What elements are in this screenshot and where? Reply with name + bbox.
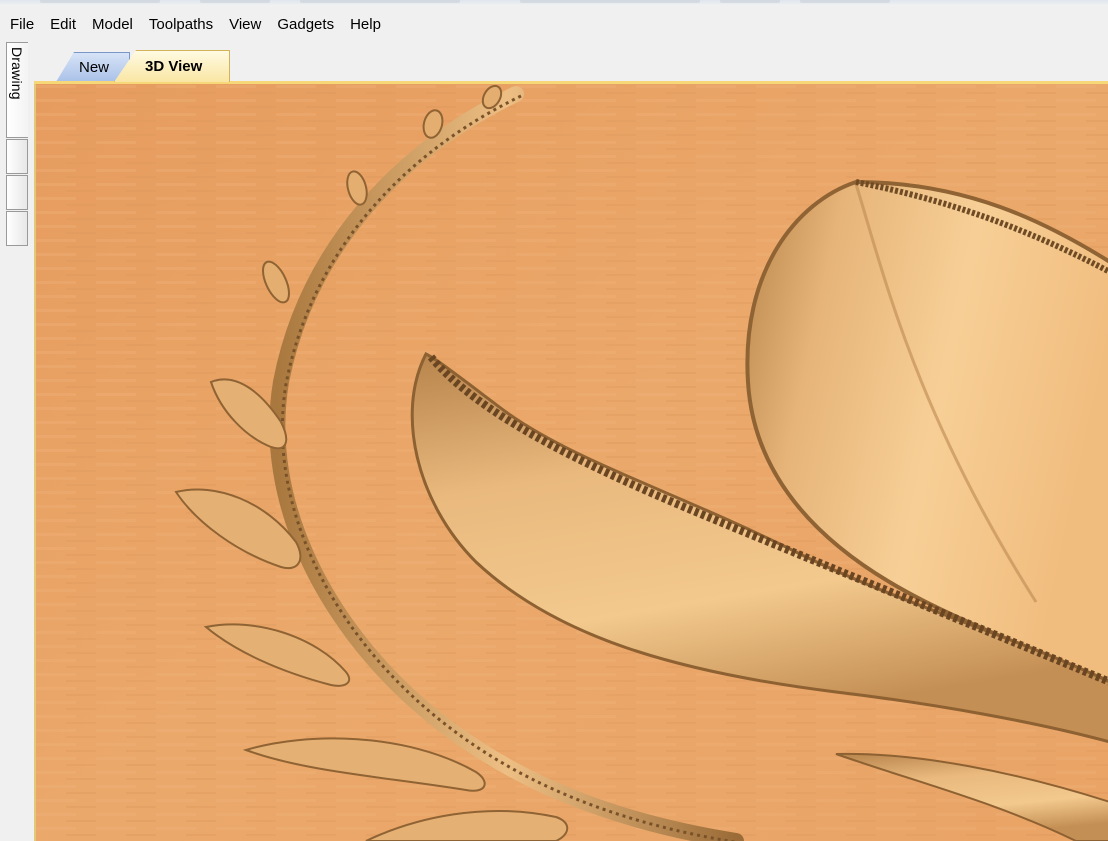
side-tab-drawing[interactable]: Drawing	[6, 42, 28, 138]
document-tab-bar: New 3D View	[34, 42, 1108, 84]
3d-viewport[interactable]	[34, 82, 1108, 841]
side-panel-tabs: Drawing	[0, 42, 34, 841]
menu-file[interactable]: File	[2, 10, 42, 39]
menu-help[interactable]: Help	[342, 10, 389, 39]
tab-3d-view-label: 3D View	[145, 58, 203, 75]
side-tab-3[interactable]	[6, 175, 28, 210]
menu-bar: File Edit Model Toolpaths View Gadgets H…	[0, 6, 1108, 42]
menu-model[interactable]: Model	[84, 10, 141, 39]
tab-3d-view[interactable]: 3D View	[114, 50, 230, 82]
3d-model-preview-icon	[36, 82, 1108, 841]
side-tab-4[interactable]	[6, 211, 28, 246]
side-tab-drawing-label: Drawing	[9, 47, 25, 100]
menu-toolpaths[interactable]: Toolpaths	[141, 10, 221, 39]
menu-edit[interactable]: Edit	[42, 10, 84, 39]
application-window: File Edit Model Toolpaths View Gadgets H…	[0, 0, 1108, 841]
side-tab-2[interactable]	[6, 139, 28, 174]
tab-new-label: New	[79, 59, 110, 76]
menu-gadgets[interactable]: Gadgets	[269, 10, 342, 39]
menu-view[interactable]: View	[221, 10, 269, 39]
